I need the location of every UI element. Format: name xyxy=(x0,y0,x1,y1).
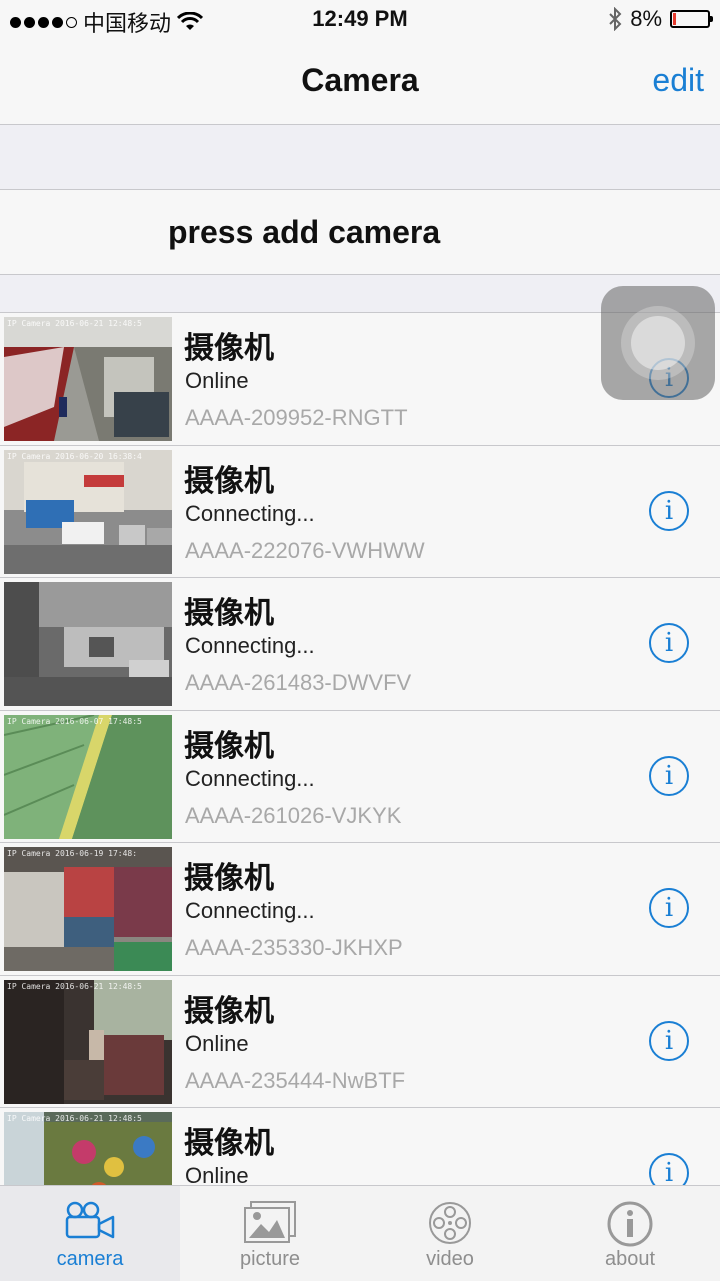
camera-row[interactable]: IP Camera 2016-06-19 17:48: 摄像机 Connecti… xyxy=(0,843,720,976)
tab-label: camera xyxy=(56,1248,124,1270)
camera-info-button[interactable]: i xyxy=(649,623,689,663)
camera-thumbnail[interactable]: IP Camera 2016-06-19 17:48: xyxy=(4,847,172,971)
thumbnail-timestamp: IP Camera 2016-06-21 12:48:5 xyxy=(7,981,142,991)
camera-icon xyxy=(65,1201,115,1239)
camera-row[interactable]: IP Camera 2016-06-21 12:48:5 摄像机 Online … xyxy=(0,1108,720,1185)
camera-status: Connecting... xyxy=(185,633,315,658)
camera-name: 摄像机 xyxy=(184,994,274,1028)
camera-thumbnail[interactable]: IP Camera 2016-06-07 17:48:5 xyxy=(4,714,172,839)
camera-list[interactable]: IP Camera 2016-06-21 12:48:5 摄像机 Online … xyxy=(0,313,720,1185)
tab-label: about xyxy=(604,1248,656,1270)
tab-label: picture xyxy=(239,1248,301,1270)
picture-icon xyxy=(244,1201,296,1243)
camera-row[interactable]: IP Camera 2016-06-21 12:48:5 摄像机 Online … xyxy=(0,976,720,1108)
camera-status: Online xyxy=(185,1163,249,1185)
status-right: 8% xyxy=(608,6,713,32)
camera-info-button[interactable]: i xyxy=(649,1153,689,1185)
thumbnail-timestamp: IP Camera 2016-06-20 16:38:4 xyxy=(7,451,142,461)
camera-status: Connecting... xyxy=(185,500,315,526)
tab-video[interactable]: video xyxy=(360,1186,540,1281)
tab-picture[interactable]: picture xyxy=(180,1186,360,1281)
camera-id: AAAA-235330-JKHXP xyxy=(185,935,403,960)
thumbnail-timestamp: IP Camera 2016-06-07 17:48:5 xyxy=(7,716,142,726)
camera-info-button[interactable]: i xyxy=(649,490,689,531)
tab-bar: camera picture video about xyxy=(0,1185,720,1281)
camera-name: 摄像机 xyxy=(184,1127,274,1160)
camera-id: AAAA-261026-VJKYK xyxy=(185,802,402,828)
thumbnail-timestamp: IP Camera 2016-06-21 12:48:5 xyxy=(7,319,142,328)
section-spacer xyxy=(0,125,720,189)
camera-id: AAAA-235444-NwBTF xyxy=(185,1067,406,1093)
film-reel-icon xyxy=(429,1202,471,1244)
thumbnail-timestamp: IP Camera 2016-06-19 17:48: xyxy=(7,849,138,858)
camera-status: Online xyxy=(185,368,249,393)
thumbnail-timestamp: IP Camera 2016-06-21 12:48:5 xyxy=(7,1114,142,1123)
camera-name: 摄像机 xyxy=(184,862,274,895)
camera-id: AAAA-261483-DWVFV xyxy=(185,670,412,695)
battery-percent: 8% xyxy=(630,6,662,31)
page-title: Camera xyxy=(301,62,419,98)
camera-name: 摄像机 xyxy=(184,464,274,498)
camera-thumbnail[interactable]: IP Camera 2016-06-21 12:48:5 xyxy=(4,979,172,1104)
camera-thumbnail[interactable]: IP Camera 2016-06-21 12:48:5 xyxy=(4,317,172,441)
camera-id: AAAA-222076-VWHWW xyxy=(185,537,425,563)
status-bar: 中国移动 12:49 PM 8% xyxy=(0,0,720,40)
camera-status: Connecting... xyxy=(185,898,315,923)
camera-name: 摄像机 xyxy=(184,729,274,763)
camera-thumbnail[interactable]: IP Camera 2016-06-20 16:38:4 xyxy=(4,449,172,574)
info-icon xyxy=(607,1201,653,1247)
camera-status: Online xyxy=(185,1030,249,1056)
battery-icon xyxy=(670,10,713,28)
add-camera-row[interactable]: press add camera xyxy=(0,190,720,274)
camera-name: 摄像机 xyxy=(184,597,274,630)
tab-camera[interactable]: camera xyxy=(0,1186,180,1281)
tab-label: video xyxy=(426,1248,474,1270)
navigation-bar: Camera edit xyxy=(0,40,720,125)
add-camera-label: press add camera xyxy=(168,214,441,250)
camera-thumbnail[interactable]: IP Camera 2016-06-21 12:48:5 xyxy=(4,1112,172,1185)
camera-id: AAAA-209952-RNGTT xyxy=(185,405,408,430)
camera-status: Connecting... xyxy=(185,765,315,791)
assistive-touch-button[interactable] xyxy=(601,286,715,400)
camera-info-button[interactable]: i xyxy=(649,1020,689,1061)
camera-name: 摄像机 xyxy=(184,332,274,365)
edit-button[interactable]: edit xyxy=(652,62,704,99)
camera-row[interactable]: 摄像机 Connecting... AAAA-261483-DWVFV i xyxy=(0,578,720,711)
camera-info-button[interactable]: i xyxy=(649,755,689,796)
bluetooth-icon xyxy=(609,7,622,31)
camera-info-button[interactable]: i xyxy=(649,888,689,928)
camera-row[interactable]: IP Camera 2016-06-07 17:48:5 摄像机 Connect… xyxy=(0,711,720,843)
camera-thumbnail[interactable] xyxy=(4,582,172,706)
camera-row[interactable]: IP Camera 2016-06-20 16:38:4 摄像机 Connect… xyxy=(0,446,720,578)
tab-about[interactable]: about xyxy=(540,1186,720,1281)
